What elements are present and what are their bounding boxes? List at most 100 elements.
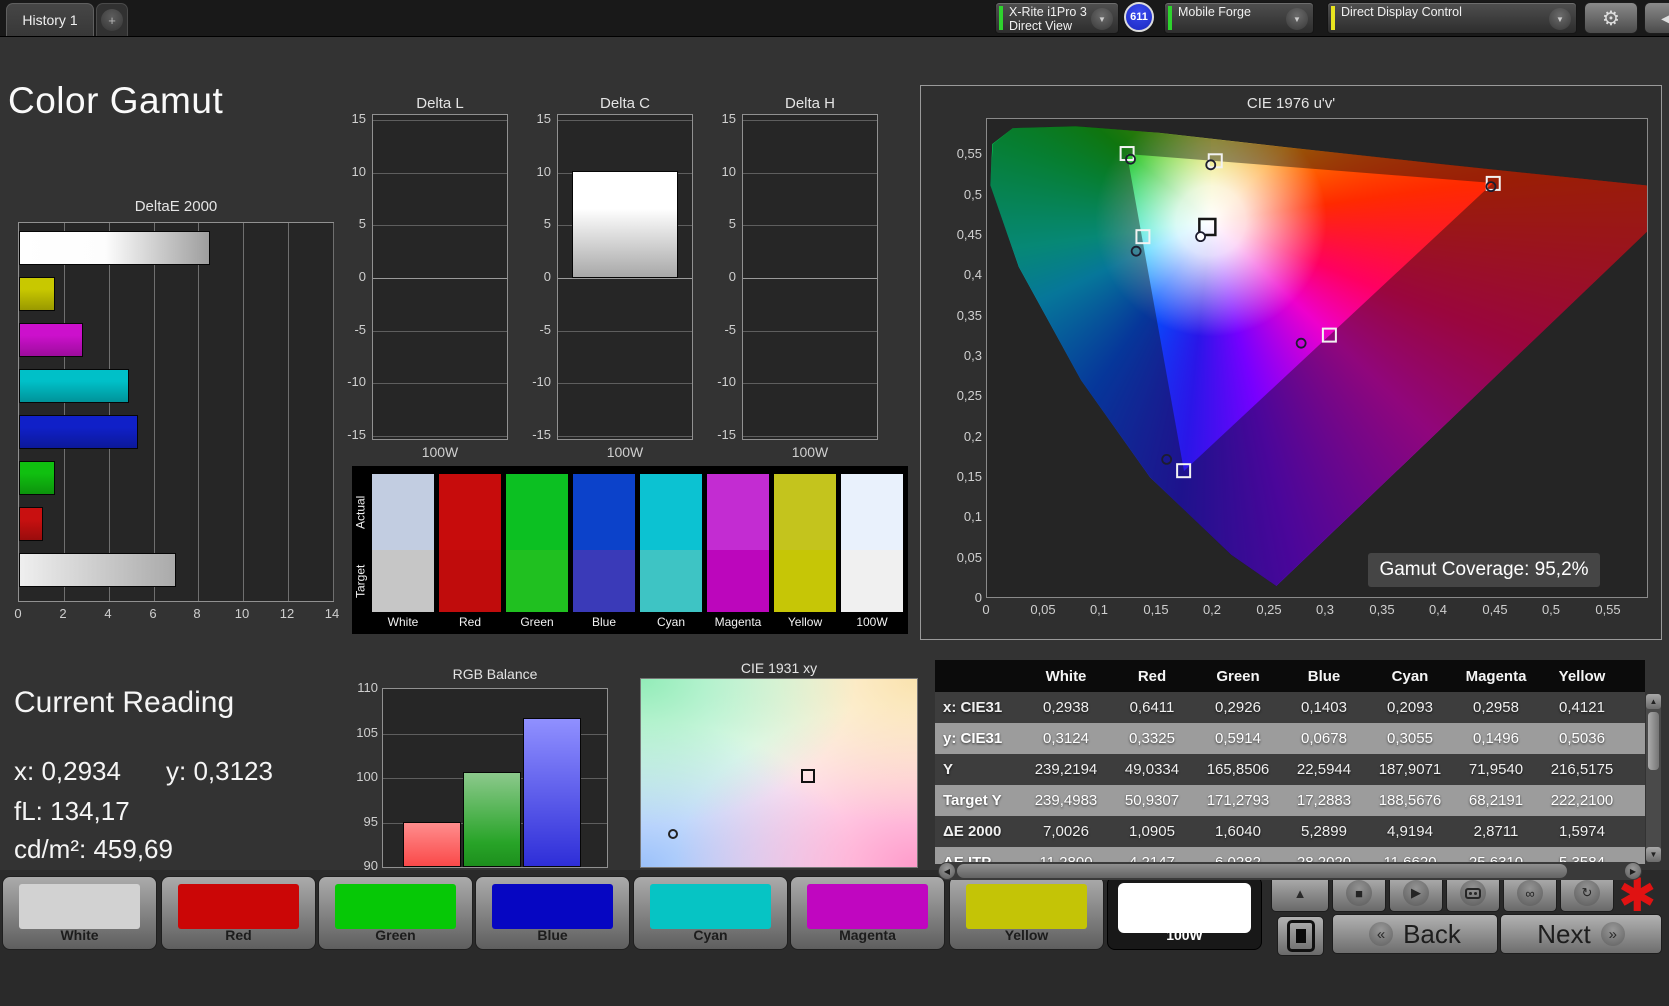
deltae-bar-cyan	[19, 369, 129, 403]
swatch-label: Magenta	[707, 615, 769, 629]
column-header-cyan: Cyan	[1367, 668, 1453, 685]
reading-cdm2: cd/m²: 459,69	[14, 834, 173, 865]
target-swatch-100w	[841, 550, 903, 612]
table-cell: 0,2093	[1367, 699, 1453, 716]
cie-y-tick: 0,05	[938, 550, 982, 565]
target-swatch-white	[372, 550, 434, 612]
actual-marker-magenta	[1297, 339, 1306, 348]
pattern-button-green[interactable]: Green	[318, 876, 473, 950]
cie-y-tick: 0,4	[938, 267, 982, 282]
x-tick-label: 6	[139, 606, 167, 621]
scroll-right-icon[interactable]: ▶	[1625, 863, 1641, 879]
table-cell: 7,0026	[1023, 823, 1109, 840]
add-tab-button[interactable]: +	[96, 3, 128, 36]
gridline	[373, 225, 507, 226]
table-cell: 216,5175	[1539, 761, 1625, 778]
cie-y-tick: 0,1	[938, 509, 982, 524]
gridline	[743, 225, 877, 226]
table-cell: 0,0678	[1281, 730, 1367, 747]
play-icon: ▶	[1403, 880, 1429, 906]
continuous-icon: ∞	[1517, 880, 1543, 906]
chevron-down-icon: ▼	[1091, 8, 1113, 30]
meter-dropdown[interactable]: X-Rite i1Pro 3 Direct View ▼	[995, 2, 1119, 34]
swatch-label: Blue	[573, 615, 635, 629]
gridline	[288, 223, 289, 601]
y-tick-label: -15	[521, 427, 551, 442]
pattern-button-yellow[interactable]: Yellow	[949, 876, 1104, 950]
gridline	[373, 173, 507, 174]
table-cell: 50,9307	[1109, 792, 1195, 809]
gridline	[64, 223, 65, 601]
target-swatch-green	[506, 550, 568, 612]
workflow-dropdown[interactable]: Direct Display Control ▼	[1327, 2, 1577, 34]
cie-y-tick: 0,55	[938, 146, 982, 161]
x-tick-label: 0	[4, 606, 32, 621]
y-tick-label: -10	[521, 374, 551, 389]
pattern-button-100w[interactable]: 100W	[1107, 876, 1262, 950]
cie-x-tick: 0,45	[1475, 602, 1515, 617]
meter-count-badge[interactable]: 611	[1124, 2, 1154, 32]
rgb-y-tick: 100	[340, 769, 378, 784]
actual-marker-white	[1196, 232, 1205, 241]
target-swatch-magenta	[707, 550, 769, 612]
table-cell: 0,1496	[1453, 730, 1539, 747]
plus-icon: +	[101, 9, 123, 31]
table-row: Target Y239,498350,9307171,279317,288318…	[935, 785, 1645, 816]
pattern-window-button[interactable]	[1277, 916, 1324, 956]
collapse-panel-button[interactable]: ◀	[1644, 2, 1669, 34]
target-marker-blue	[1177, 464, 1190, 477]
pattern-button-cyan[interactable]: Cyan	[633, 876, 788, 950]
pattern-button-red[interactable]: Red	[161, 876, 316, 950]
table-vertical-scrollbar[interactable]: ▲ ▼	[1646, 694, 1661, 862]
gridline	[373, 436, 507, 437]
pattern-bar: WhiteRedGreenBlueCyanMagentaYellow100W ▲…	[0, 870, 1669, 1006]
target-swatch-blue	[573, 550, 635, 612]
y-tick-label: 15	[521, 111, 551, 126]
vertical-scroll-thumb[interactable]	[1648, 712, 1659, 770]
column-header-yellow: Yellow	[1539, 668, 1625, 685]
gridline	[743, 436, 877, 437]
gamut-coverage-readout: Gamut Coverage: 95,2%	[1368, 553, 1600, 587]
delta-x-label: 100W	[372, 444, 508, 460]
pattern-button-magenta[interactable]: Magenta	[790, 876, 945, 950]
y-tick-label: 5	[336, 216, 366, 231]
y-tick-label: -15	[336, 427, 366, 442]
pattern-button-blue[interactable]: Blue	[475, 876, 630, 950]
y-tick-label: 0	[521, 269, 551, 284]
row-label: Target Y	[935, 792, 1023, 809]
tab-history-1[interactable]: History 1	[6, 3, 94, 36]
deltae-bar-green	[19, 461, 55, 495]
target-marker-green	[1121, 147, 1134, 160]
scroll-up-icon[interactable]: ▲	[1646, 694, 1661, 709]
stop-icon: ■	[1346, 880, 1372, 906]
scroll-down-icon[interactable]: ▼	[1646, 847, 1661, 862]
row-label: ΔE 2000	[935, 823, 1023, 840]
cie-y-tick: 0,35	[938, 308, 982, 323]
source-dropdown[interactable]: Mobile Forge ▼	[1164, 2, 1314, 34]
table-cell: 165,8506	[1195, 761, 1281, 778]
y-tick-label: 15	[336, 111, 366, 126]
horizontal-scroll-thumb[interactable]	[957, 864, 1567, 878]
y-tick-label: 5	[521, 216, 551, 231]
back-icon: «	[1369, 922, 1393, 946]
scroll-left-icon[interactable]: ◀	[939, 863, 955, 879]
gridline	[198, 223, 199, 601]
table-cell: 0,3325	[1109, 730, 1195, 747]
table-horizontal-scrollbar[interactable]: ◀ ▶	[938, 862, 1642, 880]
cie-x-tick: 0,15	[1136, 602, 1176, 617]
target-marker-magenta	[1323, 329, 1336, 342]
delta-x-label: 100W	[557, 444, 693, 460]
table-cell: 0,4121	[1539, 699, 1625, 716]
pattern-button-white[interactable]: White	[2, 876, 157, 950]
cie-y-tick: 0,15	[938, 469, 982, 484]
workflow-name: Direct Display Control	[1341, 5, 1462, 19]
settings-button[interactable]: ⚙	[1584, 2, 1638, 34]
up-icon: ▲	[1294, 886, 1307, 901]
back-button[interactable]: « Back	[1332, 914, 1498, 954]
x-tick-label: 12	[273, 606, 301, 621]
source-name: Mobile Forge	[1178, 5, 1251, 19]
table-cell: 49,0334	[1109, 761, 1195, 778]
actual-swatch-blue	[573, 474, 635, 550]
reading-x: x: 0,2934	[14, 756, 121, 787]
rgb-balance-chart	[382, 688, 608, 868]
